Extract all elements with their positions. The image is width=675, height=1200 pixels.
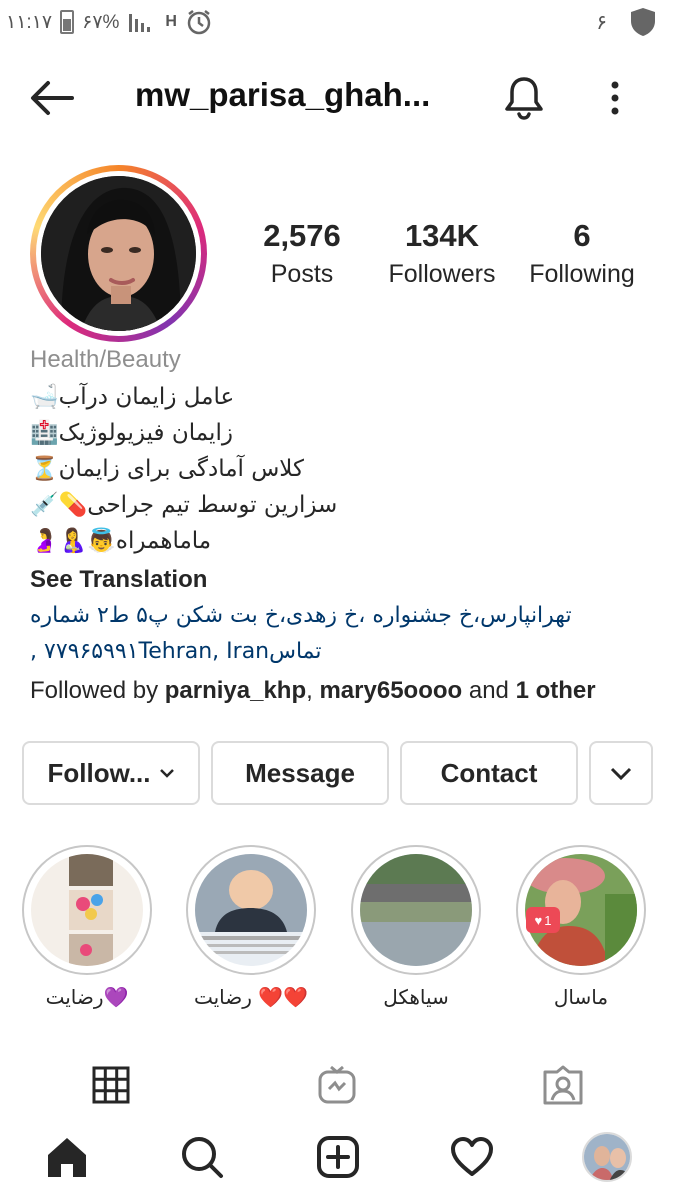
signal-icon [129,14,151,32]
following-stat[interactable]: 6 Following [512,218,652,289]
see-translation-link[interactable]: See Translation [30,562,650,598]
highlight-item[interactable]: رضایت ❤️❤️ [186,845,316,1013]
profile-header: mw_parisa_ghah... [0,62,675,132]
profile-bio: Health/Beauty عامل زایمان درآب🛁 زایمان ف… [30,346,650,710]
and-text: and [462,677,516,704]
address-link[interactable]: تهرانپارس،خ جشنواره ،خ زهدی،خ بت شکن پ۵ … [30,598,650,670]
bell-icon [505,77,543,120]
home-icon [48,1138,86,1177]
highlight-cover [31,854,143,966]
profile-tabs [0,1060,675,1116]
notifications-button[interactable] [502,74,546,120]
bio-line: کلاس آمادگی برای زایمان⏳ [30,456,304,482]
followers-label: Followers [388,260,496,288]
follow-label: Follow... [47,757,151,788]
story-highlights: رضایت💜 رضایت ❤️❤️ سیاهکل ♥ 1 ماسال [0,845,675,1015]
bio-line: سزارین توسط تیم جراحی💊💉 [30,492,338,518]
bio-line: ماماهمراه👼🤱🤰 [30,528,212,554]
nav-home[interactable] [40,1130,94,1184]
tagged-icon [543,1065,583,1105]
battery-percent: ۶۷% [82,11,120,33]
profile-username: mw_parisa_ghah... [135,76,431,113]
suggested-accounts-button[interactable] [589,741,653,805]
avatar [582,1132,632,1182]
heart-icon: ♥ [534,912,543,928]
search-icon [182,1137,223,1178]
igtv-icon [318,1065,356,1104]
posts-count: 2,576 [263,218,341,253]
followed-by-prefix: Followed by [30,677,165,704]
highlight-label: رضایت💜 [45,985,129,1009]
avatar [41,176,196,331]
status-bar: ۱۱:۱۷ ۶۷% H ۶ [0,0,675,46]
message-label: Message [245,757,355,788]
status-bar-left: ۱۱:۱۷ ۶۷% H [6,8,213,36]
followers-stat[interactable]: 134K Followers [372,218,512,289]
nav-profile[interactable] [580,1130,634,1184]
back-button[interactable] [28,78,76,118]
highlight-label: سیاهکل [383,985,449,1009]
tab-igtv[interactable] [312,1060,362,1110]
address-line-1: تهرانپارس،خ جشنواره ،خ زهدی،خ بت شکن پ۵ … [30,603,572,628]
alarm-icon [187,10,211,35]
tab-grid[interactable] [86,1060,136,1110]
profile-category: Health/Beauty [30,346,181,373]
grid-icon [92,1066,130,1104]
following-count: 6 [573,218,591,253]
highlight-cover [195,854,307,966]
shield-icon [631,8,655,36]
bio-line: عامل زایمان درآب🛁 [30,384,235,410]
battery-icon [60,10,75,34]
highlight-item[interactable]: رضایت💜 [22,845,152,1013]
highlight-label: ماسال [553,985,609,1009]
highlight-label: رضایت ❤️❤️ [193,985,309,1009]
nav-activity[interactable] [445,1130,499,1184]
highlight-item[interactable]: ♥ 1 ماسال [516,845,646,1013]
followed-by[interactable]: Followed by parniya_khp, mary65oooo and … [30,672,650,710]
highlight-item[interactable]: سیاهکل [351,845,481,1013]
chevron-down-icon [610,767,632,781]
bottom-navigation [0,1126,675,1200]
posts-label: Posts [270,260,334,288]
separator: , [306,677,320,704]
highlight-cover [360,854,472,966]
address-line-2: تماس۷۷۹۶۵۹۹۱Tehran, Iran , [30,639,322,664]
notification-count: ۶ [596,11,607,34]
other-followers: 1 other [515,677,596,704]
follower-user-1: parniya_khp [164,677,307,704]
posts-stat[interactable]: 2,576 Posts [232,218,372,289]
back-arrow-icon [31,81,74,115]
contact-label: Contact [440,757,538,788]
tab-tagged[interactable] [538,1060,588,1110]
heart-icon [451,1137,493,1176]
bio-line: زایمان فیزیولوژیک🏥 [30,420,233,446]
contact-button[interactable]: Contact [400,741,578,805]
profile-actions: Follow... Message Contact [22,741,654,805]
like-badge: ♥ 1 [526,907,560,933]
follow-button[interactable]: Follow... [22,741,200,805]
more-options-button[interactable] [600,78,630,118]
profile-avatar-ring[interactable] [30,165,207,342]
follower-user-2: mary65oooo [319,677,463,704]
like-count: 1 [544,912,552,928]
following-label: Following [529,260,635,288]
more-vertical-icon [611,81,619,115]
clock: ۱۱:۱۷ [6,11,53,33]
nav-search[interactable] [175,1130,229,1184]
followers-count: 134K [404,218,480,253]
chevron-down-icon [159,769,174,778]
message-button[interactable]: Message [211,741,389,805]
nav-new-post[interactable] [311,1130,365,1184]
add-post-icon [317,1136,359,1178]
profile-stats: 2,576 Posts 134K Followers 6 Following [232,218,652,298]
status-bar-right: ۶ [596,6,657,38]
network-type: H [165,13,177,30]
